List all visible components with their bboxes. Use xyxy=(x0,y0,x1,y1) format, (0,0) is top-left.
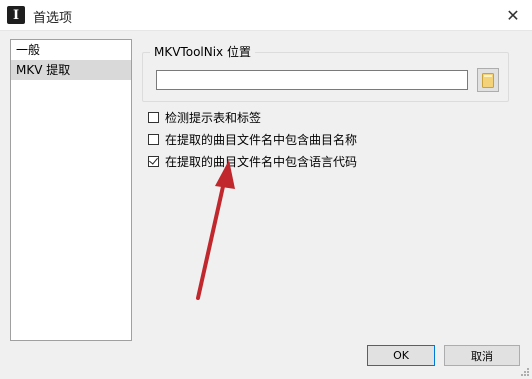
option-include-track-name[interactable]: 在提取的曲目文件名中包含曲目名称 xyxy=(148,131,357,147)
ok-button[interactable]: OK xyxy=(367,345,435,366)
close-icon: ✕ xyxy=(506,5,520,25)
browse-button[interactable] xyxy=(477,68,499,92)
cancel-button[interactable]: 取消 xyxy=(444,345,520,366)
option-label: 在提取的曲目文件名中包含语言代码 xyxy=(165,154,358,169)
folder-icon xyxy=(482,72,494,88)
close-button[interactable]: ✕ xyxy=(500,4,526,26)
sidebar-item-general[interactable]: 一般 xyxy=(11,40,131,60)
option-label: 在提取的曲目文件名中包含曲目名称 xyxy=(165,132,358,147)
sidebar-item-mkv-extract[interactable]: MKV 提取 xyxy=(11,60,131,80)
mkvtoolnix-path-input[interactable] xyxy=(156,70,468,90)
window-title: 首选项 xyxy=(33,11,73,26)
sidebar-item-label: MKV 提取 xyxy=(16,63,71,77)
app-icon: I xyxy=(7,6,25,24)
option-include-language-code[interactable]: 在提取的曲目文件名中包含语言代码 xyxy=(148,153,357,169)
resize-grip-icon[interactable] xyxy=(520,367,530,377)
checkbox[interactable] xyxy=(148,111,159,123)
option-detect-cues-tags[interactable]: 检测提示表和标签 xyxy=(148,109,261,125)
checkbox[interactable] xyxy=(148,133,159,145)
sidebar-item-label: 一般 xyxy=(16,43,41,57)
title-bar: I 首选项 ✕ xyxy=(0,0,532,31)
group-label: MKVToolNix 位置 xyxy=(150,45,255,59)
option-label: 检测提示表和标签 xyxy=(165,110,262,125)
checkbox-checked[interactable] xyxy=(148,155,159,167)
sidebar: 一般 MKV 提取 xyxy=(10,39,132,341)
